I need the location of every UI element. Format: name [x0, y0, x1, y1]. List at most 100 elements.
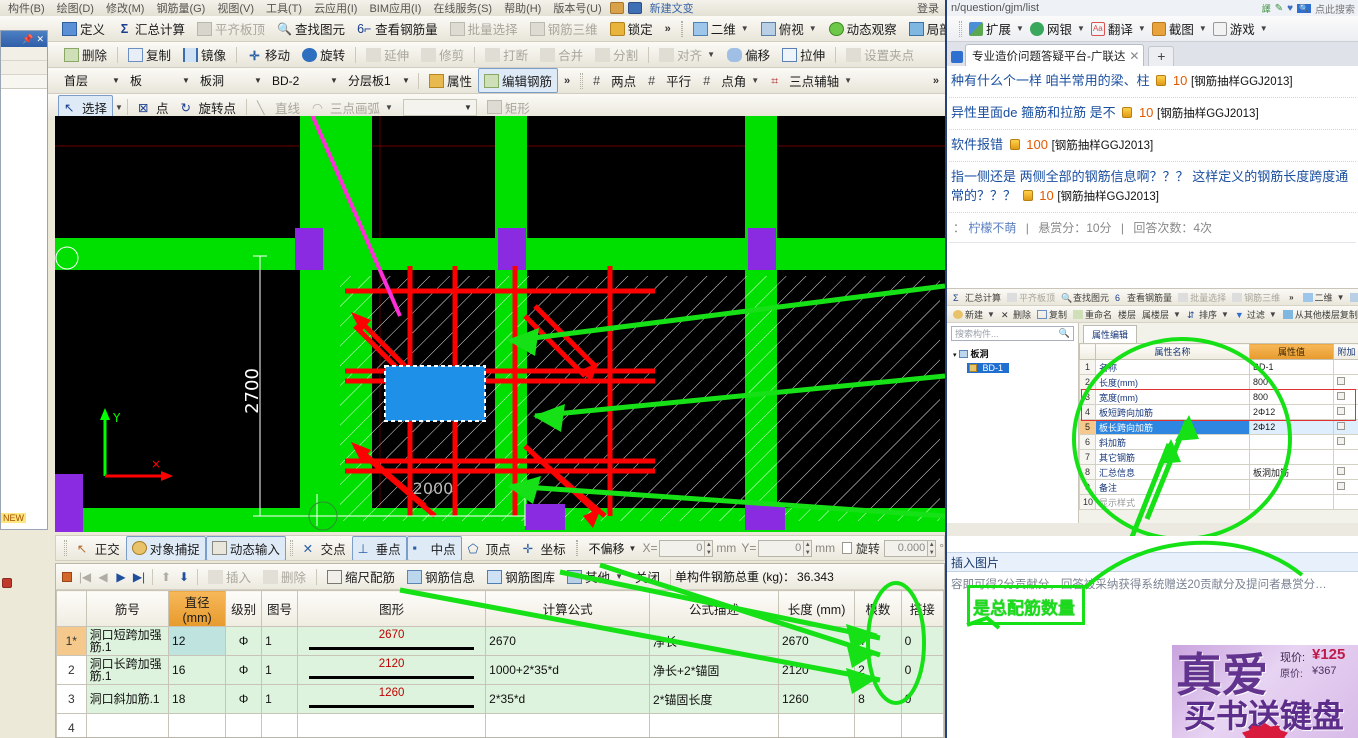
- prev-record-button[interactable]: ◀: [94, 570, 112, 584]
- arc-param-select[interactable]: ▼: [402, 98, 477, 116]
- close-icon[interactable]: ✕: [36, 34, 44, 45]
- cell-lap[interactable]: [900, 713, 944, 737]
- cell-length[interactable]: 2120: [777, 655, 856, 685]
- cell-count[interactable]: [854, 713, 902, 737]
- offset-button[interactable]: 偏移: [721, 42, 776, 67]
- embed-view-2d[interactable]: 二维 ▼: [1300, 291, 1348, 304]
- cell-prop-name[interactable]: 汇总信息: [1095, 464, 1250, 480]
- new-tab-button[interactable]: +: [1148, 46, 1175, 66]
- pin-icon[interactable]: 📌: [22, 34, 33, 45]
- orbit-button[interactable]: 动态观察: [823, 16, 903, 41]
- chevron-down-icon[interactable]: ▼: [252, 76, 264, 85]
- chevron-down-icon[interactable]: ▼: [328, 76, 340, 85]
- perpendicular-snap-toggle[interactable]: ⊥ 垂点: [351, 536, 407, 560]
- table-row[interactable]: 2 长度(mm) 800: [1079, 374, 1358, 390]
- checkbox-icon[interactable]: [1337, 467, 1345, 475]
- cell-prop-value[interactable]: [1249, 479, 1334, 495]
- embed-filter-button[interactable]: ▼ 过滤 ▼: [1232, 308, 1280, 321]
- embed-find-element[interactable]: 🔍 查找图元: [1058, 291, 1112, 304]
- embed-copy-from-floor-button[interactable]: 从其他楼层复制构件: [1280, 308, 1358, 321]
- midpoint-snap-toggle[interactable]: ▪ 中点: [406, 536, 462, 560]
- question-text[interactable]: 软件报错: [951, 137, 1003, 152]
- dock-row[interactable]: [1, 47, 47, 61]
- col-header-rebar-no[interactable]: 筋号: [85, 590, 170, 627]
- scale-rebar-button[interactable]: 缩尺配筋: [321, 564, 401, 589]
- cell-rebar-name[interactable]: 洞口斜加筋.1: [85, 684, 170, 714]
- dynamic-input-toggle[interactable]: 动态输入: [205, 536, 286, 560]
- table-row[interactable]: 1* 洞口短跨加强筋.1 12 Φ 1 2670 2670 净长 2670 4 …: [56, 626, 944, 656]
- advertisement-banner[interactable]: 真爱 买书送键盘 现价: ¥125 原价: ¥367: [1172, 645, 1358, 738]
- vertex-snap-toggle[interactable]: ⬠ 顶点: [462, 536, 517, 560]
- ortho-toggle[interactable]: ↖ 正交: [71, 536, 126, 560]
- select-tool-dropdown[interactable]: ▼: [115, 103, 123, 112]
- menu-item-rebar-quantity[interactable]: 钢筋量(G): [150, 0, 211, 16]
- chevron-down-icon[interactable]: ▼: [462, 103, 474, 112]
- cell-attach[interactable]: [1333, 464, 1358, 480]
- list-item[interactable]: 异性里面de 箍筋和拉筋 是不 10 [钢筋抽样GGJ2013]: [949, 98, 1356, 130]
- checkbox-icon[interactable]: [1337, 482, 1345, 490]
- dock-row[interactable]: [1, 61, 47, 75]
- tree-node-child[interactable]: BD-1: [953, 363, 1072, 373]
- rotate-button[interactable]: 旋转: [296, 42, 351, 67]
- col-header-shape-no[interactable]: 图号: [261, 590, 298, 627]
- embed-floor-select[interactable]: 属楼层 ▼: [1139, 308, 1184, 321]
- lock-button[interactable]: 锁定: [604, 16, 659, 41]
- toolbar-overflow-chevron-1[interactable]: »: [659, 23, 677, 35]
- chevron-down-icon[interactable]: ▼: [626, 544, 638, 553]
- col-header-grade[interactable]: 级别: [225, 590, 263, 627]
- cell-prop-value[interactable]: 2Φ12: [1249, 419, 1334, 435]
- cell-formula-desc[interactable]: 净长+2*锚固: [649, 655, 779, 685]
- cell-prop-value[interactable]: BD-1: [1249, 359, 1334, 375]
- cell-formula[interactable]: [485, 713, 651, 737]
- statusbar-grip-2[interactable]: [289, 540, 293, 556]
- chevron-down-icon[interactable]: ▼: [1221, 310, 1229, 319]
- toolbar-grip-axis[interactable]: [580, 72, 584, 89]
- stretch-button[interactable]: 拉伸: [776, 42, 831, 67]
- cell-prop-name[interactable]: 备注: [1095, 479, 1250, 495]
- cell-diameter[interactable]: 16: [168, 655, 227, 685]
- floor-select[interactable]: 首层 ▼: [58, 72, 124, 90]
- menu-item-bim-app[interactable]: BIM应用(I): [363, 0, 427, 16]
- table-row[interactable]: 5 板长跨向加筋 2Φ12: [1079, 419, 1358, 435]
- cell-shape[interactable]: [296, 713, 487, 737]
- chevron-down-icon[interactable]: ▼: [400, 76, 412, 85]
- statusbar-grip[interactable]: [64, 540, 67, 556]
- embed-rename-button[interactable]: 重命名: [1070, 308, 1115, 321]
- embed-property-table[interactable]: 属性名称 属性值 附加 1 名称 BD-1 2 长度(mm) 800 3 宽度(…: [1079, 343, 1358, 510]
- other-button[interactable]: 其他 ▼: [561, 564, 629, 589]
- cell-formula[interactable]: 2670: [485, 626, 651, 656]
- menu-item-version[interactable]: 版本号(U): [547, 0, 607, 16]
- cell-rebar-name[interactable]: [85, 713, 170, 737]
- browser-tab-active[interactable]: 专业造价问题答疑平台-广联达 ✕: [965, 44, 1145, 66]
- cell-shape[interactable]: 1260: [296, 684, 487, 714]
- cell-attach[interactable]: [1333, 374, 1358, 390]
- cell-prop-name[interactable]: 显示样式: [1095, 494, 1250, 510]
- chevron-down-icon[interactable]: ▼: [707, 50, 715, 59]
- chevron-down-icon[interactable]: ▼: [1269, 310, 1277, 319]
- cell-prop-value[interactable]: [1249, 494, 1334, 510]
- move-up-button[interactable]: ⬆: [157, 570, 175, 584]
- chevron-down-icon[interactable]: ▼: [1337, 293, 1345, 302]
- coordinate-snap-toggle[interactable]: ✛ 坐标: [517, 536, 572, 560]
- cell-grade[interactable]: Φ: [225, 655, 263, 685]
- login-link[interactable]: 登录: [911, 0, 945, 16]
- game-button[interactable]: 游戏 ▼: [1210, 19, 1271, 38]
- chevron-down-icon[interactable]: ▼: [180, 76, 192, 85]
- chevron-down-icon[interactable]: ▼: [1173, 310, 1181, 319]
- embed-sort-button[interactable]: ⇵ 排序 ▼: [1184, 308, 1232, 321]
- object-snap-toggle[interactable]: 对象捕捉: [125, 536, 206, 560]
- close-badge-icon[interactable]: [2, 578, 12, 588]
- statusbar-grip-3[interactable]: [575, 540, 579, 556]
- cell-formula-desc[interactable]: 2*锚固长度: [649, 684, 779, 714]
- chevron-down-icon[interactable]: ▼: [1138, 24, 1146, 33]
- chevron-down-icon[interactable]: ▼: [1199, 24, 1207, 33]
- next-record-button[interactable]: ▶: [112, 570, 130, 584]
- pencil-icon[interactable]: ✎: [1275, 3, 1283, 14]
- cell-shape-no[interactable]: 1: [261, 684, 298, 714]
- embed-delete-button[interactable]: ✕ 删除: [998, 308, 1034, 321]
- mascot-icon[interactable]: [609, 2, 624, 14]
- cell-lap[interactable]: 0: [900, 684, 944, 714]
- intersection-snap-toggle[interactable]: ✕ 交点: [297, 536, 352, 560]
- embed-property-tab[interactable]: 属性编辑: [1083, 325, 1138, 343]
- cell-prop-value[interactable]: 板洞加筋: [1249, 464, 1334, 480]
